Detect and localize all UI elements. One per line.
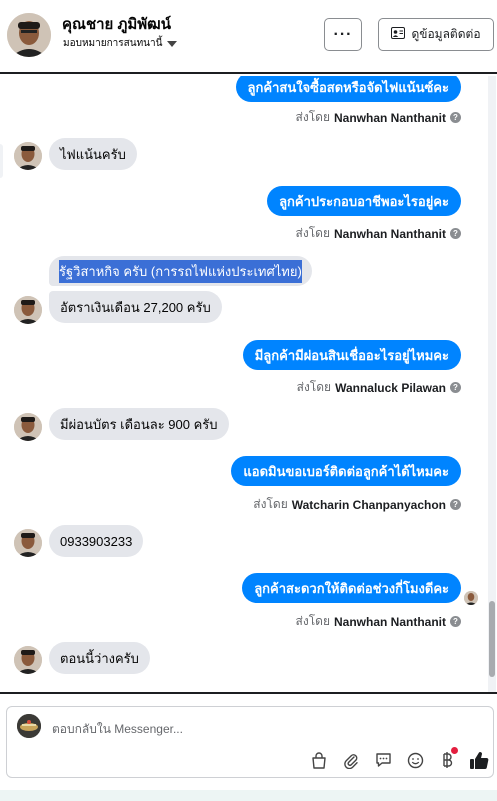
outgoing-message[interactable]: ลูกค้าประกอบอาชีพอะไรอยู่คะ xyxy=(267,186,461,216)
sent-prefix: ส่งโดย xyxy=(253,497,288,511)
sender-name: Nanwhan Nanthanit xyxy=(333,226,446,241)
outgoing-message[interactable]: ลูกค้าสะดวกให้ติดต่อช่วงกี่โมงดีคะ xyxy=(242,573,461,603)
contact-info-label: ดูข้อมูลติดต่อ xyxy=(411,27,481,41)
footer-strip xyxy=(0,790,497,801)
sent-prefix: ส่งโดย xyxy=(296,380,332,394)
help-icon[interactable]: ? xyxy=(450,499,461,510)
contact-avatar-small xyxy=(14,529,42,557)
paperclip-icon[interactable] xyxy=(335,749,367,771)
incoming-message[interactable]: 0933903233 xyxy=(49,525,144,557)
sent-by-label: ส่งโดย Watcharin Chanpanyachon ? xyxy=(253,495,461,514)
thread-scrollbar[interactable] xyxy=(488,76,496,692)
sender-name: Wannaluck Pilawan xyxy=(335,380,446,395)
sent-prefix: ส่งโดย xyxy=(295,110,330,124)
assign-conversation-dropdown[interactable]: มอบหมายการสนทนานี้ xyxy=(63,36,178,51)
assign-label: มอบหมายการสนทนานี้ xyxy=(63,38,163,49)
incoming-message[interactable]: รัฐวิสาหกิจ ครับ (การรถไฟแห่งประเทศไทย) xyxy=(49,256,312,286)
caret-down-icon xyxy=(167,40,178,47)
view-contact-info-button[interactable]: ดูข้อมูลติดต่อ xyxy=(378,18,494,51)
saved-reply-icon[interactable] xyxy=(367,749,399,771)
baht-payment-icon[interactable] xyxy=(431,747,463,771)
sender-name: Nanwhan Nanthanit xyxy=(333,110,446,125)
composer-toolbar xyxy=(303,747,495,771)
selected-message-text: รัฐวิสาหกิจ ครับ (การรถไฟแห่งประเทศไทย) xyxy=(59,259,302,283)
outgoing-message[interactable]: มีลูกค้ามีผ่อนสินเชื่ออะไรอยู่ไหมคะ xyxy=(242,340,461,370)
incoming-message[interactable]: ตอนนี้ว่างครับ xyxy=(49,642,150,674)
contact-avatar-small xyxy=(14,646,42,674)
outgoing-message[interactable]: แอดมินขอเบอร์ติดต่อลูกค้าได้ไหมคะ xyxy=(231,456,461,486)
contact-avatar-small xyxy=(14,142,42,170)
help-icon[interactable]: ? xyxy=(450,382,461,393)
shopping-bag-icon[interactable] xyxy=(303,749,335,771)
notification-dot xyxy=(451,747,458,754)
divider xyxy=(0,692,497,694)
conversation-header: คุณชาย ภูมิพัฒน์ มอบหมายการสนทนานี้ ··· … xyxy=(0,0,497,74)
sent-by-label: ส่งโดย Nanwhan Nanthanit ? xyxy=(296,612,461,631)
reply-input[interactable]: ตอบกลับใน Messenger... xyxy=(52,720,183,739)
scrollbar-thumb[interactable] xyxy=(489,601,495,677)
incoming-message[interactable]: อัตราเงินเดือน 27,200 ครับ xyxy=(49,291,222,323)
help-icon[interactable]: ? xyxy=(450,112,461,123)
message-thread[interactable]: ลูกค้าสนใจซื้อสดหรือจัดไฟแน้นซ์คะ ส่งโดย… xyxy=(0,76,497,692)
outgoing-message[interactable]: ลูกค้าสนใจซื้อสดหรือจัดไฟแน้นซ์คะ xyxy=(235,76,461,102)
help-icon[interactable]: ? xyxy=(450,228,461,239)
more-options-button[interactable]: ··· xyxy=(324,18,362,51)
contact-avatar[interactable] xyxy=(7,13,51,57)
thumbs-up-icon[interactable] xyxy=(463,749,495,771)
reply-composer: ตอบกลับใน Messenger... xyxy=(6,706,494,778)
incoming-message[interactable]: ไฟแน้นครับ xyxy=(49,138,137,170)
contact-card-icon xyxy=(391,27,406,42)
sent-by-label: ส่งโดย Nanwhan Nanthanit ? xyxy=(296,108,461,127)
sent-by-label: ส่งโดย Nanwhan Nanthanit ? xyxy=(296,224,461,243)
emoji-icon[interactable] xyxy=(399,749,431,771)
sent-prefix: ส่งโดย xyxy=(295,226,330,240)
sent-by-label: ส่งโดย Wannaluck Pilawan ? xyxy=(297,378,461,397)
scroll-edge xyxy=(0,144,3,178)
sender-name: Watcharin Chanpanyachon xyxy=(291,497,446,512)
page-avatar xyxy=(17,714,41,738)
incoming-message[interactable]: มีผ่อนบัตร เดือนละ 900 ครับ xyxy=(49,408,229,440)
read-receipt-avatar xyxy=(464,591,478,605)
contact-name[interactable]: คุณชาย ภูมิพัฒน์ xyxy=(62,12,171,36)
contact-avatar-small xyxy=(14,413,42,441)
sent-prefix: ส่งโดย xyxy=(295,614,330,628)
sender-name: Nanwhan Nanthanit xyxy=(333,614,446,629)
help-icon[interactable]: ? xyxy=(450,616,461,627)
contact-avatar-small xyxy=(14,296,42,324)
